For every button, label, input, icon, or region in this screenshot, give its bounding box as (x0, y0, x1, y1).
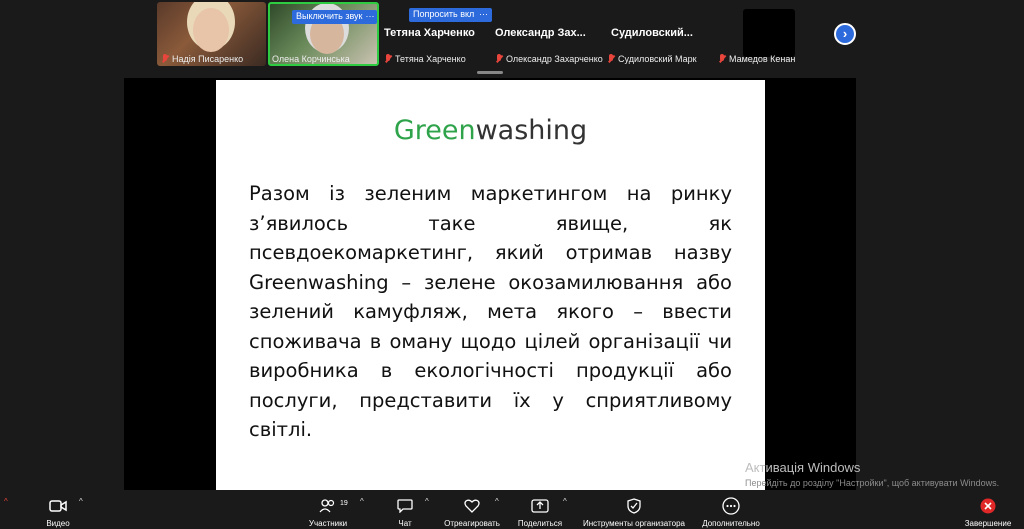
react-button[interactable]: Отреагировать (440, 490, 504, 529)
participant-name-label: Тетяна Харченко (384, 52, 466, 65)
share-options-caret[interactable]: ^ (563, 497, 567, 506)
more-button[interactable]: Дополнительно (698, 490, 764, 529)
host-tools-button[interactable]: Инструменты организатора (579, 490, 689, 529)
participant-name-tile[interactable]: Олександр Зах... (495, 27, 586, 39)
participant-more-button[interactable]: ··· (475, 8, 492, 22)
react-options-caret[interactable]: ^ (495, 497, 499, 506)
resize-handle[interactable] (477, 71, 503, 74)
chat-bubble-icon (397, 496, 413, 516)
close-icon (980, 496, 996, 516)
chat-button[interactable]: Чат (394, 490, 416, 529)
participants-count-badge: 19 (340, 500, 348, 507)
mic-off-icon (495, 53, 503, 64)
windows-activation-watermark: Активація Windows Перейдіть до розділу "… (745, 460, 1024, 490)
mic-off-icon (384, 53, 392, 64)
participant-video-off-tile[interactable] (743, 9, 795, 57)
presentation-slide: Greenwashing Разом із зеленим маркетинго… (216, 80, 765, 490)
participants-button[interactable]: Участники (304, 490, 352, 529)
mic-off-icon (718, 53, 726, 64)
heart-icon (464, 496, 480, 516)
more-dots-icon (722, 496, 740, 516)
participant-name-label: Олександр Захарченко (495, 52, 603, 65)
video-options-caret[interactable]: ^ (79, 497, 83, 506)
participant-name-label: Надія Писаренко (161, 52, 243, 65)
participant-name-tile[interactable]: Судиловский... (611, 27, 693, 39)
watermark-text: Перейдіть до розділу "Настройки", щоб ак… (745, 478, 1000, 488)
video-camera-icon (49, 496, 67, 516)
mic-off-icon (161, 53, 169, 64)
mic-off-icon (607, 53, 615, 64)
participant-name-label: Судиловский Марк (607, 52, 697, 65)
shield-icon (627, 496, 641, 516)
end-meeting-button[interactable]: Завершение (962, 490, 1014, 529)
watermark-title: Активація Windows (745, 460, 861, 475)
participant-strip: Надія Писаренко Выключить звук ··· Олена… (0, 0, 1024, 78)
share-screen-icon (531, 496, 549, 516)
participants-icon (319, 496, 337, 516)
next-page-button[interactable]: › (834, 23, 856, 45)
audio-options-caret[interactable]: ^ (4, 497, 8, 506)
participant-face (193, 8, 229, 52)
mute-participant-button[interactable]: Выключить звук (292, 10, 367, 24)
participant-more-button[interactable]: ··· (363, 10, 377, 24)
participant-name-label: Мамедов Кенан (718, 52, 795, 65)
participants-options-caret[interactable]: ^ (360, 497, 364, 506)
ask-to-start-video-button[interactable]: Попросить вкл (409, 8, 479, 22)
share-screen-button[interactable]: Поделиться (516, 490, 564, 529)
video-button[interactable]: Видео (42, 490, 74, 529)
meeting-toolbar: ^ Видео ^ Участники 19 ^ Чат ^ Отреагиро… (0, 490, 1024, 529)
slide-title: Greenwashing (393, 115, 588, 146)
slide-body-text: Разом із зеленим маркетингом на ринку з’… (249, 182, 732, 441)
participant-name-tile[interactable]: Тетяна Харченко (384, 27, 475, 39)
chat-options-caret[interactable]: ^ (425, 497, 429, 506)
participant-name-label: Олена Корчинська (272, 53, 350, 64)
